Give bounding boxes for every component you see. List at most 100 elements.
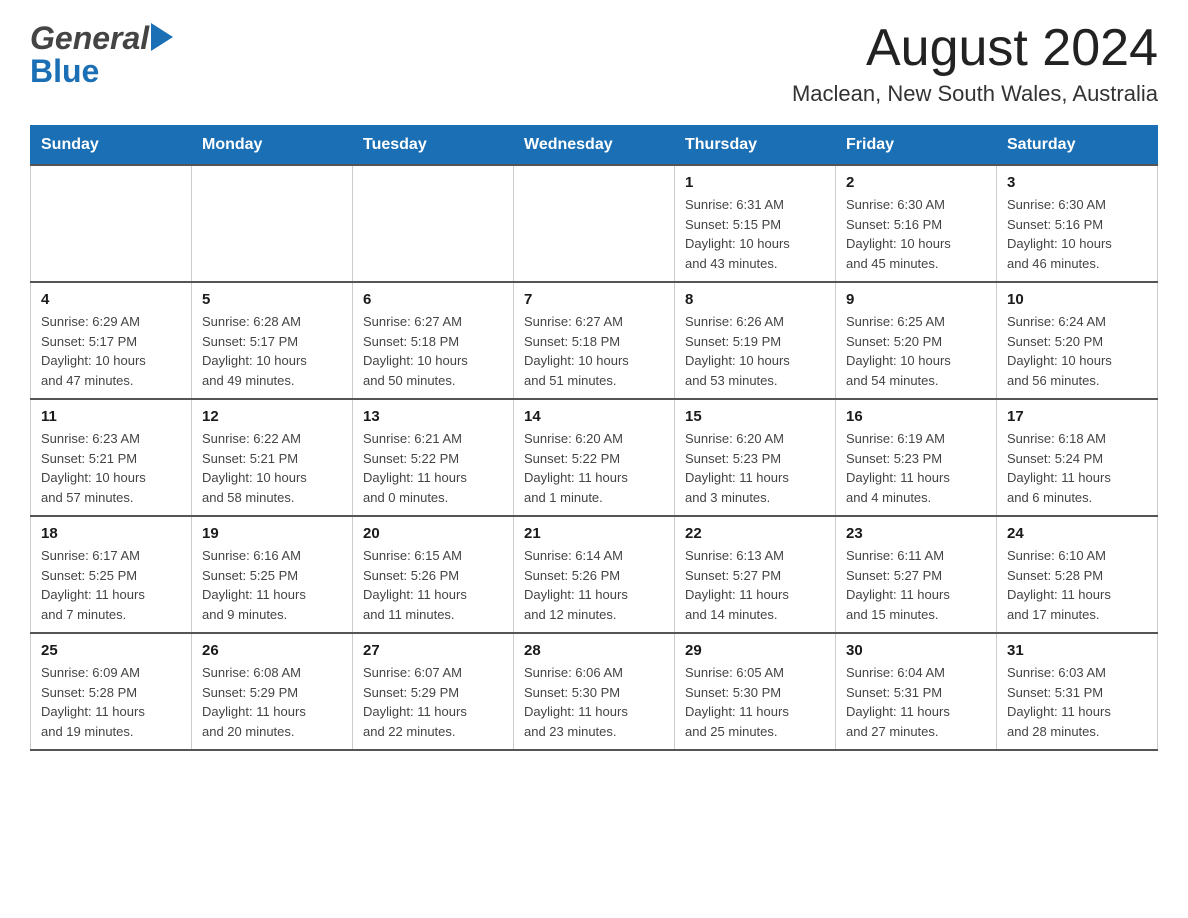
day-number: 15: [685, 408, 825, 425]
day-number: 19: [202, 525, 342, 542]
calendar-day: 21 Sunrise: 6:14 AMSunset: 5:26 PMDayligh…: [514, 516, 675, 633]
calendar-day: 25Sunrise: 6:09 AMSunset: 5:28 PMDayligh…: [31, 633, 192, 750]
day-info: Sunrise: 6:24 AMSunset: 5:20 PMDaylight:…: [1007, 312, 1147, 390]
calendar-day: 11 Sunrise: 6:23 AMSunset: 5:21 PMDayligh…: [31, 399, 192, 516]
day-number: 24: [1007, 525, 1147, 542]
calendar-day: [192, 165, 353, 282]
day-info: Sunrise: 6:18 AMSunset: 5:24 PMDaylight:…: [1007, 429, 1147, 507]
day-info: Sunrise: 6:25 AMSunset: 5:20 PMDaylight:…: [846, 312, 986, 390]
calendar-day: 3 Sunrise: 6:30 AMSunset: 5:16 PMDaylight…: [997, 165, 1158, 282]
calendar-day: 26 Sunrise: 6:08 AMSunset: 5:29 PMDayligh…: [192, 633, 353, 750]
calendar-day: 4 Sunrise: 6:29 AMSunset: 5:17 PMDaylight…: [31, 282, 192, 399]
day-info: Sunrise: 6:22 AMSunset: 5:21 PMDaylight:…: [202, 429, 342, 507]
calendar-day: 19 Sunrise: 6:16 AMSunset: 5:25 PMDayligh…: [192, 516, 353, 633]
calendar-day: 8Sunrise: 6:26 AMSunset: 5:19 PMDaylight…: [675, 282, 836, 399]
day-info: Sunrise: 6:15 AMSunset: 5:26 PMDaylight:…: [363, 546, 503, 624]
day-info: Sunrise: 6:06 AMSunset: 5:30 PMDaylight:…: [524, 663, 664, 741]
header-saturday: Saturday: [997, 126, 1158, 166]
calendar-day: 18 Sunrise: 6:17 AMSunset: 5:25 PMDayligh…: [31, 516, 192, 633]
day-number: 26: [202, 642, 342, 659]
day-info: Sunrise: 6:05 AMSunset: 5:30 PMDaylight:…: [685, 663, 825, 741]
day-number: 18: [41, 525, 181, 542]
day-info: Sunrise: 6:31 AMSunset: 5:15 PMDaylight:…: [685, 195, 825, 273]
day-info: Sunrise: 6:08 AMSunset: 5:29 PMDaylight:…: [202, 663, 342, 741]
day-info: Sunrise: 6:27 AMSunset: 5:18 PMDaylight:…: [363, 312, 503, 390]
logo-general-text: General: [30, 20, 149, 57]
day-info: Sunrise: 6:04 AMSunset: 5:31 PMDaylight:…: [846, 663, 986, 741]
day-info: Sunrise: 6:11 AMSunset: 5:27 PMDaylight:…: [846, 546, 986, 624]
day-number: 4: [41, 291, 181, 308]
day-info: Sunrise: 6:19 AMSunset: 5:23 PMDaylight:…: [846, 429, 986, 507]
day-number: 2: [846, 174, 986, 191]
calendar-day: 28 Sunrise: 6:06 AMSunset: 5:30 PMDayligh…: [514, 633, 675, 750]
calendar-day: 14Sunrise: 6:20 AMSunset: 5:22 PMDayligh…: [514, 399, 675, 516]
calendar-day: 5 Sunrise: 6:28 AMSunset: 5:17 PMDaylight…: [192, 282, 353, 399]
day-number: 5: [202, 291, 342, 308]
day-number: 10: [1007, 291, 1147, 308]
logo: General Blue: [30, 20, 173, 90]
calendar-day: 22Sunrise: 6:13 AMSunset: 5:27 PMDayligh…: [675, 516, 836, 633]
calendar-week-3: 11 Sunrise: 6:23 AMSunset: 5:21 PMDayligh…: [31, 399, 1158, 516]
day-info: Sunrise: 6:28 AMSunset: 5:17 PMDaylight:…: [202, 312, 342, 390]
day-info: Sunrise: 6:10 AMSunset: 5:28 PMDaylight:…: [1007, 546, 1147, 624]
day-info: Sunrise: 6:07 AMSunset: 5:29 PMDaylight:…: [363, 663, 503, 741]
calendar-day: 10 Sunrise: 6:24 AMSunset: 5:20 PMDayligh…: [997, 282, 1158, 399]
day-number: 17: [1007, 408, 1147, 425]
header-friday: Friday: [836, 126, 997, 166]
calendar-day: 20 Sunrise: 6:15 AMSunset: 5:26 PMDayligh…: [353, 516, 514, 633]
day-number: 31: [1007, 642, 1147, 659]
calendar-day: 13 Sunrise: 6:21 AMSunset: 5:22 PMDayligh…: [353, 399, 514, 516]
day-info: Sunrise: 6:17 AMSunset: 5:25 PMDaylight:…: [41, 546, 181, 624]
day-info: Sunrise: 6:30 AMSunset: 5:16 PMDaylight:…: [1007, 195, 1147, 273]
day-info: Sunrise: 6:13 AMSunset: 5:27 PMDaylight:…: [685, 546, 825, 624]
day-number: 23: [846, 525, 986, 542]
calendar-header-row: Sunday Monday Tuesday Wednesday Thursday…: [31, 126, 1158, 166]
logo-triangle-icon: [151, 23, 173, 51]
day-number: 3: [1007, 174, 1147, 191]
calendar-day: 30 Sunrise: 6:04 AMSunset: 5:31 PMDayligh…: [836, 633, 997, 750]
calendar-day: 2 Sunrise: 6:30 AMSunset: 5:16 PMDaylight…: [836, 165, 997, 282]
day-number: 29: [685, 642, 825, 659]
calendar-week-5: 25Sunrise: 6:09 AMSunset: 5:28 PMDayligh…: [31, 633, 1158, 750]
calendar-day: 31 Sunrise: 6:03 AMSunset: 5:31 PMDayligh…: [997, 633, 1158, 750]
day-info: Sunrise: 6:23 AMSunset: 5:21 PMDaylight:…: [41, 429, 181, 507]
day-info: Sunrise: 6:30 AMSunset: 5:16 PMDaylight:…: [846, 195, 986, 273]
header-tuesday: Tuesday: [353, 126, 514, 166]
day-number: 16: [846, 408, 986, 425]
day-number: 14: [524, 408, 664, 425]
day-number: 20: [363, 525, 503, 542]
day-number: 11: [41, 408, 181, 425]
day-number: 13: [363, 408, 503, 425]
calendar-day: 7Sunrise: 6:27 AMSunset: 5:18 PMDaylight…: [514, 282, 675, 399]
calendar-week-4: 18 Sunrise: 6:17 AMSunset: 5:25 PMDayligh…: [31, 516, 1158, 633]
day-info: Sunrise: 6:16 AMSunset: 5:25 PMDaylight:…: [202, 546, 342, 624]
calendar-day: 12Sunrise: 6:22 AMSunset: 5:21 PMDayligh…: [192, 399, 353, 516]
calendar-day: [31, 165, 192, 282]
day-number: 21: [524, 525, 664, 542]
calendar-subtitle: Maclean, New South Wales, Australia: [792, 81, 1158, 107]
day-info: Sunrise: 6:21 AMSunset: 5:22 PMDaylight:…: [363, 429, 503, 507]
day-number: 25: [41, 642, 181, 659]
day-info: Sunrise: 6:03 AMSunset: 5:31 PMDaylight:…: [1007, 663, 1147, 741]
day-number: 30: [846, 642, 986, 659]
day-info: Sunrise: 6:29 AMSunset: 5:17 PMDaylight:…: [41, 312, 181, 390]
calendar-day: 29 Sunrise: 6:05 AMSunset: 5:30 PMDayligh…: [675, 633, 836, 750]
header-wednesday: Wednesday: [514, 126, 675, 166]
header-thursday: Thursday: [675, 126, 836, 166]
day-number: 6: [363, 291, 503, 308]
calendar-week-2: 4 Sunrise: 6:29 AMSunset: 5:17 PMDaylight…: [31, 282, 1158, 399]
calendar-day: 9Sunrise: 6:25 AMSunset: 5:20 PMDaylight…: [836, 282, 997, 399]
calendar-day: 23 Sunrise: 6:11 AMSunset: 5:27 PMDayligh…: [836, 516, 997, 633]
day-info: Sunrise: 6:20 AMSunset: 5:23 PMDaylight:…: [685, 429, 825, 507]
calendar-day: [514, 165, 675, 282]
calendar-day: 1Sunrise: 6:31 AMSunset: 5:15 PMDaylight…: [675, 165, 836, 282]
calendar-day: 24 Sunrise: 6:10 AMSunset: 5:28 PMDayligh…: [997, 516, 1158, 633]
day-number: 28: [524, 642, 664, 659]
header-sunday: Sunday: [31, 126, 192, 166]
day-number: 27: [363, 642, 503, 659]
day-info: Sunrise: 6:14 AMSunset: 5:26 PMDaylight:…: [524, 546, 664, 624]
calendar-day: [353, 165, 514, 282]
calendar-week-1: 1Sunrise: 6:31 AMSunset: 5:15 PMDaylight…: [31, 165, 1158, 282]
calendar-day: 6 Sunrise: 6:27 AMSunset: 5:18 PMDaylight…: [353, 282, 514, 399]
calendar-day: 17 Sunrise: 6:18 AMSunset: 5:24 PMDayligh…: [997, 399, 1158, 516]
